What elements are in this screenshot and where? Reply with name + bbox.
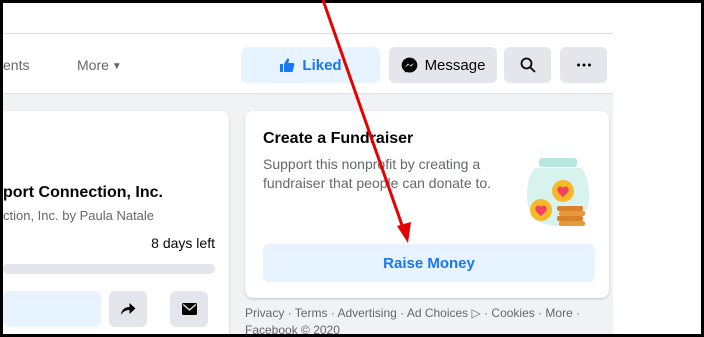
tab-more[interactable]: More ▼ bbox=[77, 57, 122, 73]
browser-viewport: ents More ▼ Liked Message port Connectio… bbox=[3, 3, 701, 334]
ellipsis-icon bbox=[576, 63, 591, 67]
tab-events[interactable]: ents bbox=[3, 57, 29, 73]
days-left: 8 days left bbox=[151, 235, 215, 251]
envelope-icon bbox=[181, 303, 197, 315]
search-button[interactable] bbox=[504, 47, 551, 83]
message-button[interactable]: Message bbox=[389, 47, 497, 83]
caret-down-icon: ▼ bbox=[111, 61, 122, 72]
fundraiser-name[interactable]: port Connection, Inc. bbox=[3, 184, 163, 202]
liked-label: Liked bbox=[302, 56, 342, 74]
footer-link-list[interactable]: Privacy · Terms · Advertising · Ad Choic… bbox=[245, 305, 605, 322]
create-fundraiser-title: Create a Fundraiser bbox=[263, 130, 414, 147]
more-options-button[interactable] bbox=[560, 47, 607, 83]
share-arrow-icon bbox=[121, 303, 136, 315]
mail-button[interactable] bbox=[170, 291, 208, 327]
footer-links: Privacy · Terms · Advertising · Ad Choic… bbox=[245, 305, 605, 334]
messenger-icon bbox=[401, 57, 417, 73]
footer-copyright: Facebook © 2020 bbox=[245, 323, 340, 334]
raise-money-button[interactable]: Raise Money bbox=[263, 244, 595, 282]
create-fundraiser-description: Support this nonprofit by creating a fun… bbox=[263, 156, 492, 191]
share-button[interactable] bbox=[109, 291, 147, 327]
tab-more-label: More bbox=[77, 57, 109, 73]
donate-button[interactable] bbox=[3, 291, 101, 327]
message-label: Message bbox=[424, 56, 486, 74]
donation-jar-icon bbox=[527, 158, 589, 226]
search-icon bbox=[520, 57, 535, 73]
fundraiser-organizer: ction, Inc. by Paula Natale bbox=[3, 208, 155, 223]
create-fundraiser-card: Create a Fundraiser Support this nonprof… bbox=[245, 111, 609, 298]
thumbs-up-icon bbox=[280, 58, 295, 72]
page-navbar: ents More ▼ Liked Message bbox=[3, 34, 613, 94]
liked-button[interactable]: Liked bbox=[241, 47, 380, 83]
fundraiser-progress-card: port Connection, Inc. ction, Inc. by Pau… bbox=[3, 111, 229, 334]
fundraiser-progress-bar bbox=[3, 264, 215, 274]
